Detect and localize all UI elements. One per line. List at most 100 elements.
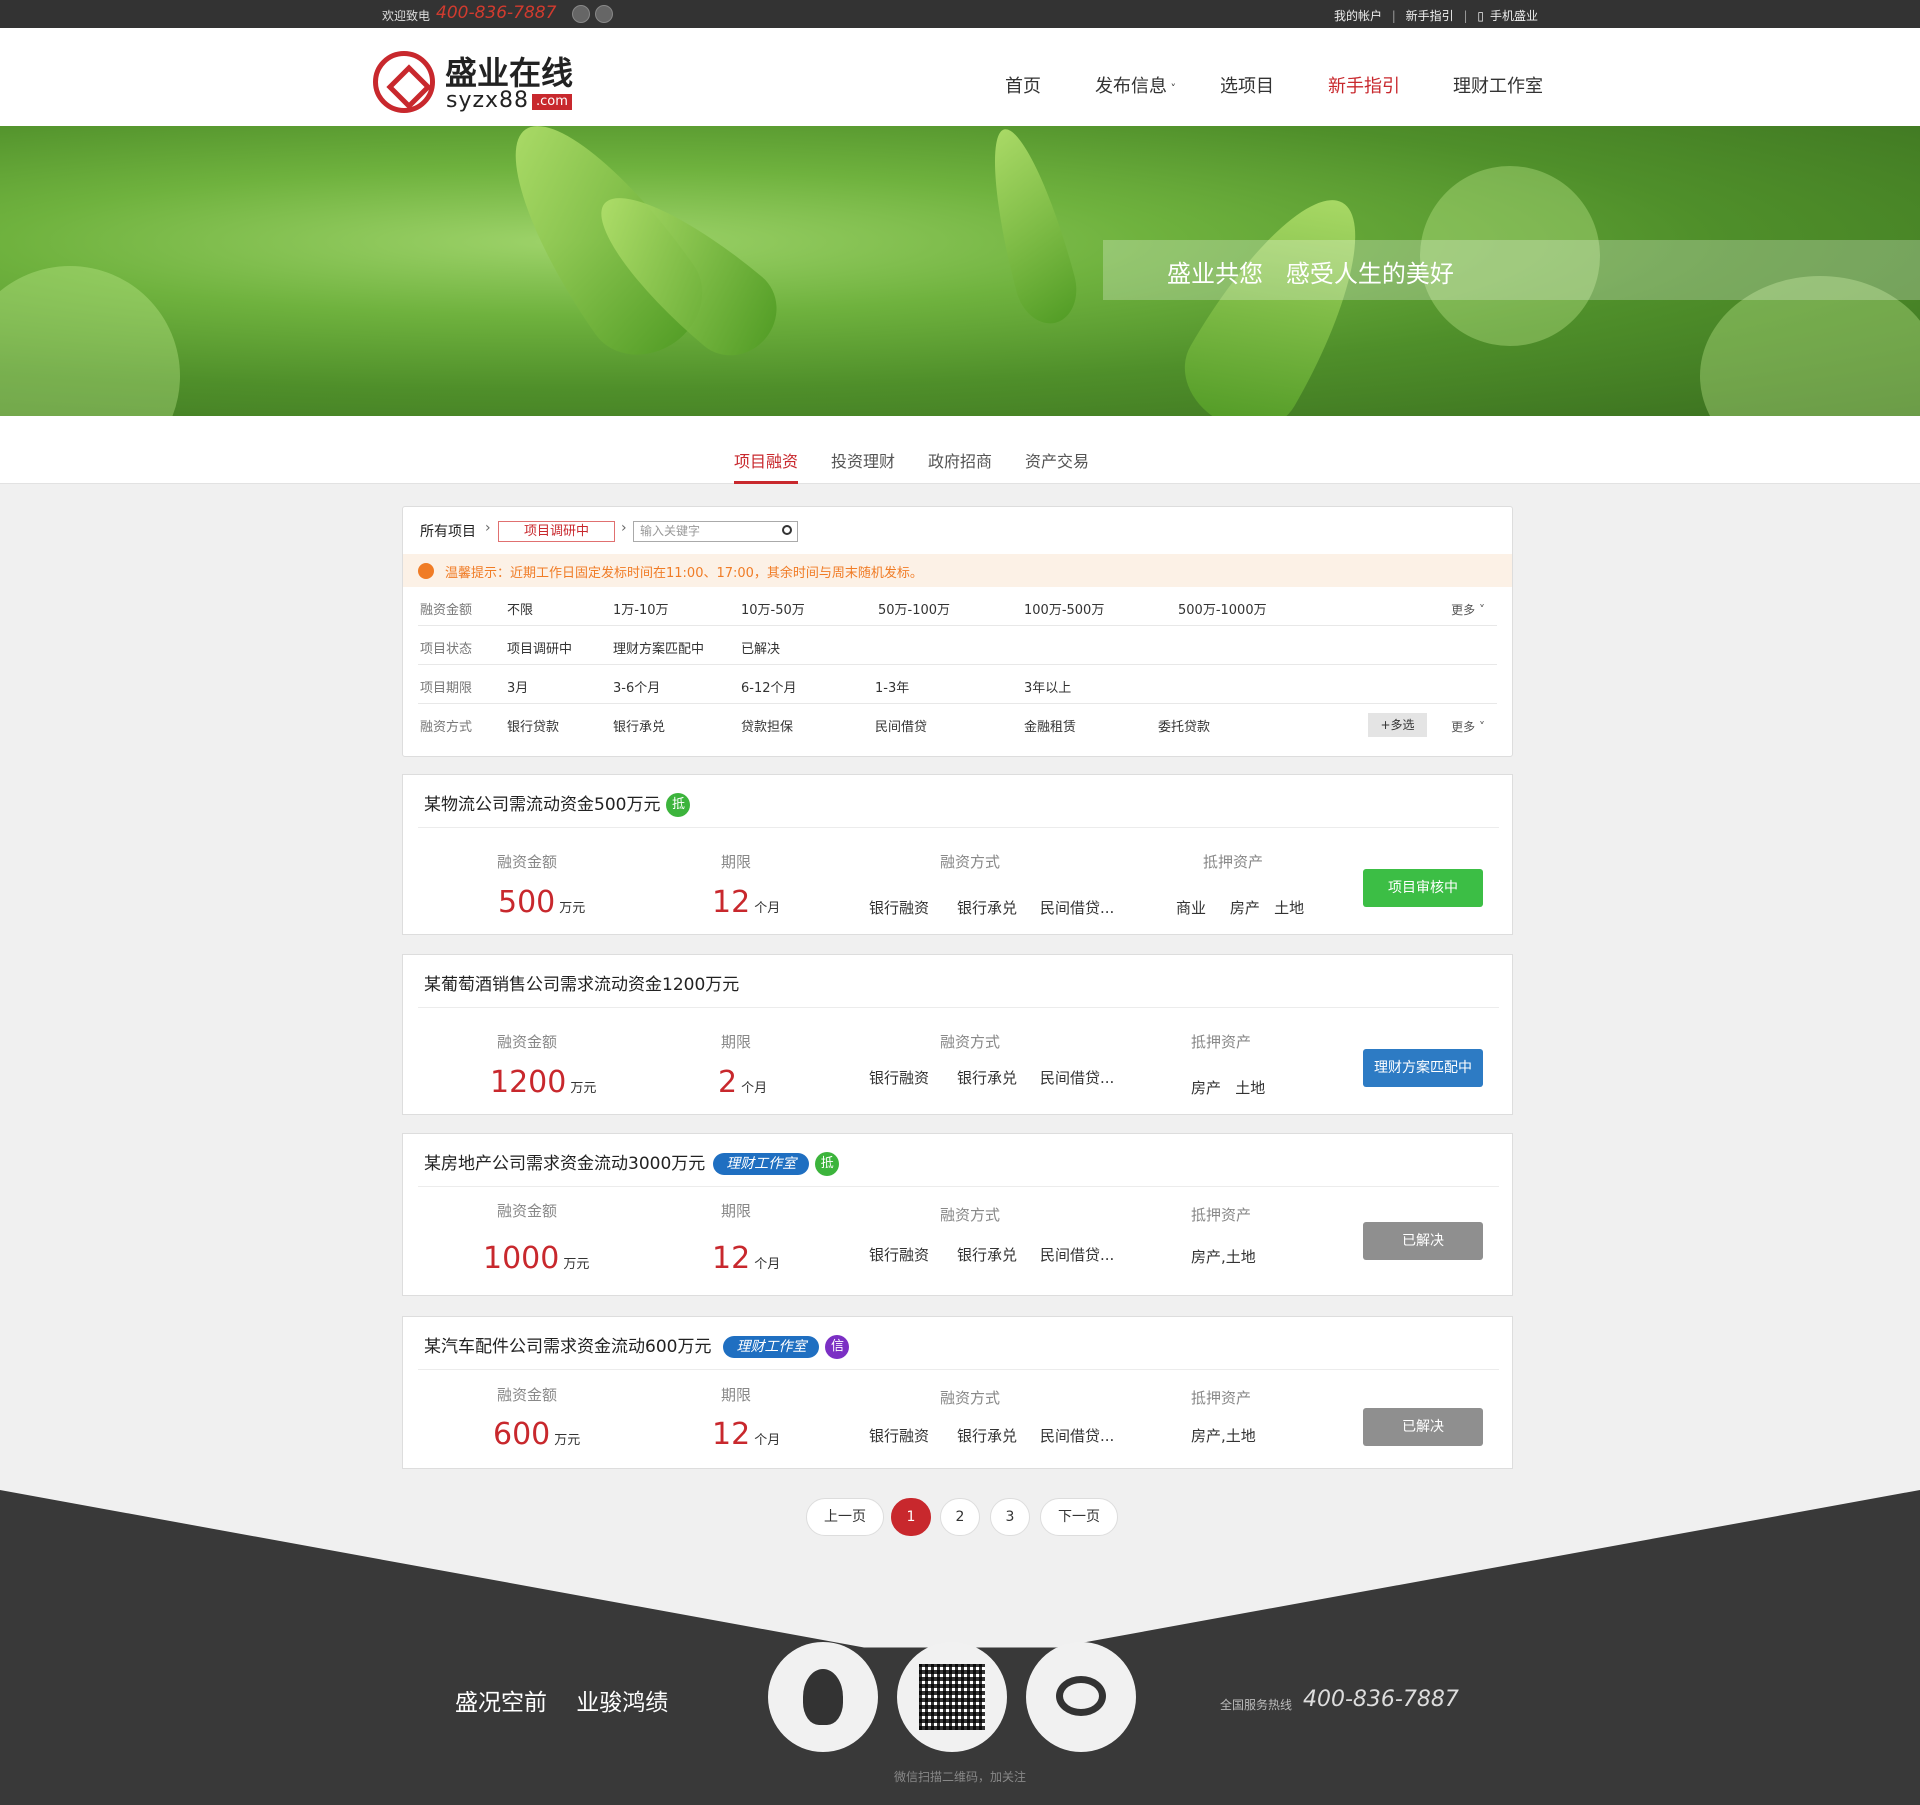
qq-button[interactable] <box>768 1642 878 1752</box>
next-page-button[interactable]: 下一页 <box>1040 1498 1118 1536</box>
prev-page-button[interactable]: 上一页 <box>806 1498 884 1536</box>
project-card[interactable]: 某葡萄酒销售公司需求流动资金1200万元 融资金额 1200 万元 期限 2 个月 … <box>402 954 1513 1115</box>
more-button[interactable]: 更多 ˅ <box>1451 601 1485 618</box>
method-item: 银行承兑 <box>957 899 1018 917</box>
filter-panel: 所有项目 › 项目调研中 › 输入关键字 温馨提示：近期工作日固定发标时间在11… <box>402 506 1513 757</box>
asset-label: 抵押资产 <box>1203 853 1264 871</box>
term-label: 期限 <box>721 1386 752 1404</box>
page-button-current[interactable]: 1 <box>891 1498 931 1536</box>
page-button[interactable]: 3 <box>990 1498 1030 1536</box>
method-item: 银行承兑 <box>957 1427 1018 1445</box>
filter-option[interactable]: 100万-500万 <box>1024 599 1104 618</box>
filter-option[interactable]: 500万-1000万 <box>1178 599 1267 618</box>
filter-option[interactable]: 理财方案匹配中 <box>613 638 704 657</box>
project-title-text: 某葡萄酒销售公司需求流动资金1200万元 <box>424 975 740 995</box>
term-label: 期限 <box>721 1202 752 1220</box>
amount-label: 融资金额 <box>497 1386 558 1404</box>
more-button[interactable]: 更多 ˅ <box>1451 718 1485 735</box>
filter-option[interactable]: 1-3年 <box>875 677 909 696</box>
term-label: 期限 <box>721 853 752 871</box>
wechat-qr-button[interactable] <box>897 1642 1007 1752</box>
filter-row-status: 项目状态 项目调研中 理财方案匹配中 已解决 <box>418 626 1497 665</box>
chevron-down-icon: ˅ <box>1167 82 1176 95</box>
amount-number: 500 <box>498 885 556 920</box>
nav-home[interactable]: 首页 <box>1005 72 1041 98</box>
filter-option[interactable]: 项目调研中 <box>507 638 572 657</box>
hotline-label: 全国服务热线 <box>1220 1698 1293 1712</box>
term-number: 12 <box>712 1417 751 1452</box>
project-title[interactable]: 某汽车配件公司需求资金流动600万元 理财工作室信 <box>424 1332 850 1359</box>
wechat-icon[interactable] <box>572 5 590 23</box>
term-number: 12 <box>712 885 751 920</box>
active-filter-chip[interactable]: 项目调研中 <box>498 521 615 542</box>
project-title[interactable]: 某房地产公司需求资金流动3000万元 理财工作室抵 <box>424 1149 840 1176</box>
speaker-icon <box>418 563 434 579</box>
filter-option[interactable]: 民间借贷 <box>875 716 927 735</box>
filter-option[interactable]: 10万-50万 <box>741 599 805 618</box>
qq-icon[interactable] <box>595 5 613 23</box>
header: 盛业在线 syzx88 .com 首页 发布信息 ˅ 选项目 新手指引 理财工作… <box>0 28 1920 126</box>
term-value: 2 个月 <box>718 1065 767 1100</box>
project-card[interactable]: 某汽车配件公司需求资金流动600万元 理财工作室信 融资金额 600 万元 期限 1… <box>402 1316 1513 1469</box>
multi-select-button[interactable]: +多选 <box>1368 713 1427 737</box>
filter-option[interactable]: 委托贷款 <box>1158 716 1210 735</box>
project-card[interactable]: 某物流公司需流动资金500万元抵 融资金额 500 万元 期限 12 个月 融资方式… <box>402 774 1513 935</box>
filter-option[interactable]: 1万-10万 <box>613 599 669 618</box>
filter-option[interactable]: 银行贷款 <box>507 716 559 735</box>
mobile-icon: ▯ <box>1477 9 1484 23</box>
status-button[interactable]: 理财方案匹配中 <box>1363 1049 1483 1087</box>
term-number: 2 <box>718 1065 738 1100</box>
filter-option[interactable]: 3年以上 <box>1024 677 1071 696</box>
more-label: 更多 <box>1451 603 1476 617</box>
guide-link[interactable]: 新手指引 <box>1406 9 1454 23</box>
filter-option[interactable]: 3月 <box>507 677 528 696</box>
footer-slogan: 盛况空前 业骏鸿绩 <box>455 1690 669 1716</box>
breadcrumb[interactable]: 所有项目 <box>420 521 476 541</box>
tab-assets[interactable]: 资产交易 <box>1025 448 1089 472</box>
mobile-link[interactable]: 手机盛业 <box>1490 9 1538 23</box>
filter-option[interactable]: 贷款担保 <box>741 716 793 735</box>
divider: | <box>1463 9 1468 23</box>
project-card[interactable]: 某房地产公司需求资金流动3000万元 理财工作室抵 融资金额 1000 万元 期限 … <box>402 1133 1513 1296</box>
method-item: 民间借贷... <box>1040 899 1115 917</box>
status-button[interactable]: 已解决 <box>1363 1408 1483 1446</box>
search-input[interactable]: 输入关键字 <box>633 521 798 542</box>
tab-financing[interactable]: 项目融资 <box>734 448 798 472</box>
project-title[interactable]: 某物流公司需流动资金500万元抵 <box>424 790 691 817</box>
filter-option[interactable]: 6-12个月 <box>741 677 797 696</box>
nav-publish[interactable]: 发布信息 ˅ <box>1095 72 1176 98</box>
filter-option[interactable]: 银行承兑 <box>613 716 665 735</box>
notice-text: 温馨提示：近期工作日固定发标时间在11:00、17:00，其余时间与周末随机发标… <box>445 566 923 581</box>
tab-investment[interactable]: 投资理财 <box>831 448 895 472</box>
filter-option[interactable]: 3-6个月 <box>613 677 660 696</box>
status-button[interactable]: 项目审核中 <box>1363 869 1483 907</box>
filter-option[interactable]: 不限 <box>507 599 533 618</box>
qr-code-icon <box>919 1664 985 1730</box>
search-icon[interactable] <box>782 525 792 535</box>
project-title[interactable]: 某葡萄酒销售公司需求流动资金1200万元 <box>424 970 739 995</box>
search-placeholder: 输入关键字 <box>640 524 701 538</box>
page-button[interactable]: 2 <box>940 1498 980 1536</box>
nav-studio[interactable]: 理财工作室 <box>1453 72 1543 98</box>
filter-option[interactable]: 已解决 <box>741 638 780 657</box>
chevron-right-icon: › <box>485 520 491 536</box>
nav-guide[interactable]: 新手指引 <box>1328 72 1400 98</box>
weibo-button[interactable] <box>1026 1642 1136 1752</box>
top-bar: 欢迎致电 400-836-7887 我的帐户 | 新手指引 | ▯ 手机盛业 <box>0 0 1920 28</box>
my-account-link[interactable]: 我的帐户 <box>1334 9 1382 23</box>
term-unit: 个月 <box>754 1257 781 1272</box>
term-label: 期限 <box>721 1033 752 1051</box>
amount-value: 500 万元 <box>498 885 585 920</box>
filter-option[interactable]: 金融租赁 <box>1024 716 1076 735</box>
collateral-badge: 抵 <box>815 1152 840 1176</box>
logo-icon[interactable] <box>373 51 435 113</box>
nav-projects[interactable]: 选项目 <box>1220 72 1274 98</box>
project-title-text: 某物流公司需流动资金500万元 <box>424 795 661 815</box>
filter-option[interactable]: 50万-100万 <box>878 599 950 618</box>
tab-government[interactable]: 政府招商 <box>928 448 992 472</box>
amount-label: 融资金额 <box>497 1202 558 1220</box>
amount-value: 600 万元 <box>493 1417 580 1452</box>
amount-label: 融资金额 <box>497 1033 558 1051</box>
status-button[interactable]: 已解决 <box>1363 1222 1483 1260</box>
method-label: 融资方式 <box>940 1389 1001 1407</box>
